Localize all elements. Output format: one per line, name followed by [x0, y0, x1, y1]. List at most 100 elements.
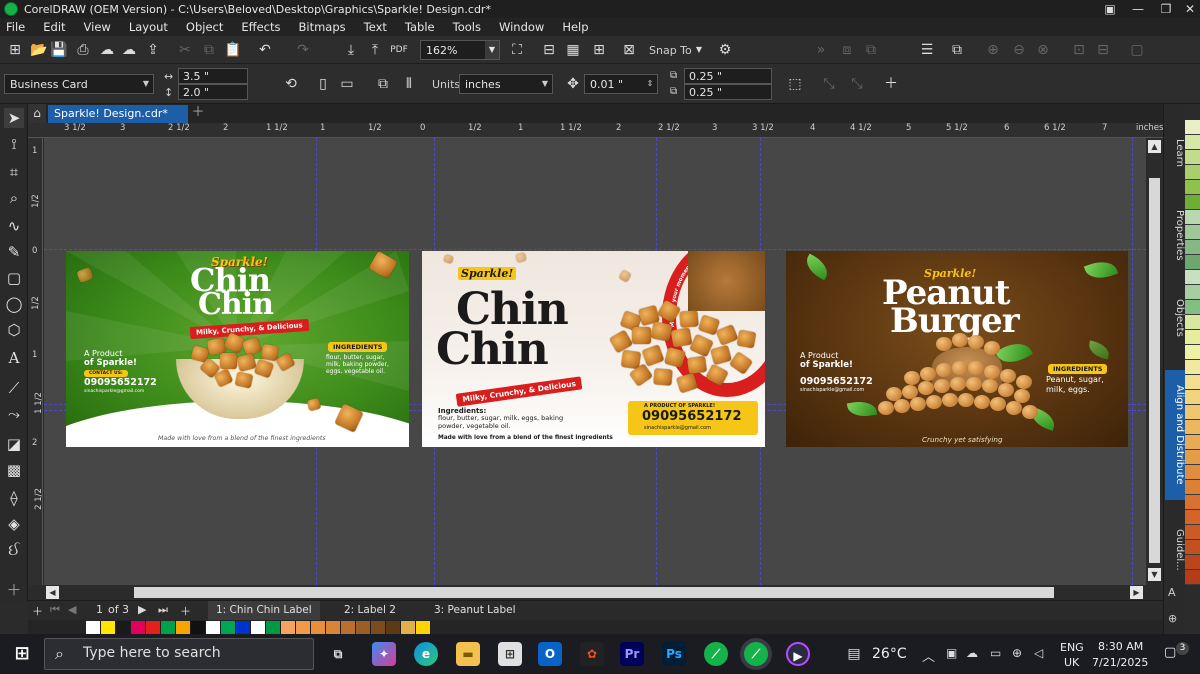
network-icon[interactable]: ⊕	[1012, 646, 1022, 660]
first-page-icon[interactable]: ⏮	[50, 603, 60, 617]
color-swatch[interactable]	[1185, 495, 1200, 510]
print-icon[interactable]: ⎙	[74, 41, 92, 59]
store-icon[interactable]: ⊞	[498, 642, 522, 666]
crop-tool-icon[interactable]: ⌗	[4, 162, 24, 182]
smart-fill-icon[interactable]: ઈ	[4, 540, 24, 560]
page-preset-select[interactable]: Business Card ▼	[4, 74, 154, 94]
snap-to-dropdown[interactable]: Snap To	[649, 44, 692, 57]
color-swatch[interactable]	[176, 620, 191, 634]
color-swatch[interactable]	[326, 620, 341, 634]
account-icon[interactable]: ▣	[1096, 0, 1124, 18]
page-size-icon[interactable]: ⟲	[282, 75, 300, 93]
color-swatch[interactable]	[1185, 375, 1200, 390]
fill-tool-icon[interactable]: ◈	[4, 514, 24, 534]
color-swatch[interactable]	[296, 620, 311, 634]
color-swatch[interactable]	[1185, 180, 1200, 195]
save-icon[interactable]: 💾	[50, 41, 68, 59]
media-player-icon[interactable]: ▶	[786, 642, 810, 666]
menu-help[interactable]: Help	[562, 20, 588, 34]
docker-tab-objects[interactable]: Objects	[1165, 290, 1185, 346]
home-icon[interactable]: ⌂	[28, 104, 46, 123]
docker-tab-properties[interactable]: Properties	[1165, 200, 1185, 270]
chin-chin-label-white[interactable]: Making your moments crunchy... Nuts come…	[422, 251, 765, 447]
horizontal-scrollbar[interactable]: ◀ ▶	[44, 585, 1146, 600]
ellipse-tool-icon[interactable]: ◯	[4, 294, 24, 314]
windows-start-icon[interactable]: ⊞	[10, 642, 34, 666]
color-swatch[interactable]	[1185, 555, 1200, 570]
redo-icon[interactable]: ↷	[294, 41, 312, 59]
page-height-input[interactable]: 2.0 "	[178, 84, 248, 100]
color-swatch[interactable]	[1185, 540, 1200, 555]
order-icon[interactable]: ⧉	[948, 41, 966, 59]
color-swatch[interactable]	[281, 620, 296, 634]
full-screen-icon[interactable]: ⛶	[508, 41, 526, 59]
color-swatch[interactable]	[1185, 225, 1200, 240]
duplicate-y-input[interactable]: 0.25 "	[684, 84, 772, 100]
zoom-level-select[interactable]: 162% ▼	[420, 40, 500, 60]
page-tab-3[interactable]: 3: Peanut Label	[426, 601, 524, 621]
color-swatch[interactable]	[386, 620, 401, 634]
volume-icon[interactable]: ◁	[1034, 646, 1043, 660]
last-page-icon[interactable]: ⏭	[158, 603, 168, 617]
copilot-icon[interactable]: ✦	[372, 642, 396, 666]
color-palette-horizontal[interactable]	[28, 620, 1163, 634]
shadow-tool-icon[interactable]: ◪	[4, 434, 24, 454]
color-swatch[interactable]	[341, 620, 356, 634]
color-swatch[interactable]	[1185, 480, 1200, 495]
color-swatch[interactable]	[416, 620, 431, 634]
taskbar-search-input[interactable]: ⌕ Type here to search	[44, 638, 314, 670]
clock-date[interactable]: 7/21/2025	[1092, 656, 1148, 669]
undo-icon[interactable]: ↶	[256, 41, 274, 59]
cut-icon[interactable]: ✂	[176, 41, 194, 59]
new-document-icon[interactable]: ⊞	[6, 41, 24, 59]
portrait-icon[interactable]: ▯	[314, 75, 332, 93]
dimension-tool-icon[interactable]: ⟋	[4, 378, 24, 398]
align-distribute-icon[interactable]: ☰	[918, 41, 936, 59]
color-swatch[interactable]	[221, 620, 236, 634]
file-explorer-icon[interactable]: ▬	[456, 642, 480, 666]
export-icon[interactable]: ⤒	[366, 41, 384, 59]
duplicate-x-input[interactable]: 0.25 "	[684, 68, 772, 84]
onedrive-icon[interactable]: ☁	[966, 646, 978, 660]
color-swatch[interactable]	[1185, 255, 1200, 270]
keyboard-region[interactable]: UK	[1064, 656, 1079, 669]
clock-time[interactable]: 8:30 AM	[1098, 640, 1143, 653]
menu-window[interactable]: Window	[499, 20, 544, 34]
all-pages-icon[interactable]: ⧉	[374, 75, 392, 93]
new-tab-icon[interactable]: ＋	[191, 105, 205, 121]
color-swatch[interactable]	[1185, 240, 1200, 255]
peanut-burger-label[interactable]: Sparkle! Peanut Burger A Product of Spar…	[786, 251, 1128, 447]
color-swatch[interactable]	[371, 620, 386, 634]
docker-tab-guidelines[interactable]: Guidel...	[1165, 520, 1185, 580]
language-code[interactable]: ENG	[1060, 641, 1084, 654]
page-frame-icon[interactable]: ⬚	[786, 75, 804, 93]
color-swatch[interactable]	[1185, 120, 1200, 135]
vertical-ruler[interactable]: 1/2 1 0 1/2 1 1 1/2 2 2 1/2	[28, 138, 43, 585]
color-swatch[interactable]	[1185, 525, 1200, 540]
pick-tool-icon[interactable]: ➤	[4, 108, 24, 128]
menu-file[interactable]: File	[6, 20, 25, 34]
horizontal-ruler[interactable]: 3 1/2 3 2 1/2 2 1 1/2 1 1/2 0 1/2 1 1 1/…	[28, 123, 1163, 138]
color-swatch[interactable]	[161, 620, 176, 634]
color-swatch[interactable]	[1185, 300, 1200, 315]
overflow-chevron-icon[interactable]: »	[812, 41, 830, 59]
menu-text[interactable]: Text	[364, 20, 387, 34]
color-swatch[interactable]	[146, 620, 161, 634]
menu-object[interactable]: Object	[186, 20, 223, 34]
menu-tools[interactable]: Tools	[453, 20, 481, 34]
color-swatch[interactable]	[251, 620, 266, 634]
page-tab-1[interactable]: 1: Chin Chin Label	[208, 601, 320, 621]
boundary-icon[interactable]: ▢	[1128, 41, 1146, 59]
color-swatch[interactable]	[1185, 270, 1200, 285]
document-tab[interactable]: Sparkle! Design.cdr*	[48, 105, 188, 123]
vertical-scrollbar[interactable]: ▲ ▼	[1146, 138, 1163, 585]
connector-tool-icon[interactable]: ⤳	[4, 404, 24, 424]
options-gear-icon[interactable]: ⚙	[716, 41, 734, 59]
color-swatch[interactable]	[1185, 285, 1200, 300]
color-swatch[interactable]	[1185, 570, 1200, 585]
task-view-icon[interactable]: ⧉	[326, 642, 350, 666]
weather-icon[interactable]: ▤	[842, 642, 866, 666]
shape-tool-icon[interactable]: ⟟	[4, 134, 24, 154]
chin-chin-label-green[interactable]: Sparkle! Chin Chin Milky, Crunchy, & Del…	[66, 251, 409, 447]
rulers-icon[interactable]: ⊟	[540, 41, 558, 59]
